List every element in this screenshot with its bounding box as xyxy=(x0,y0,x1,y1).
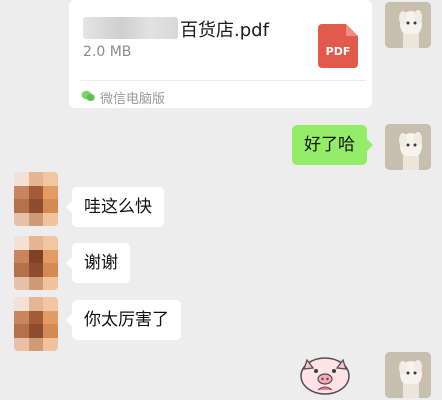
avatar-contact[interactable] xyxy=(14,297,58,351)
wechat-icon xyxy=(81,90,95,106)
avatar-contact[interactable] xyxy=(14,236,58,290)
file-message-card[interactable]: 百货店.pdf 2.0 MB PDF 微信电脑版 xyxy=(69,0,372,108)
file-size: 2.0 MB xyxy=(83,44,132,60)
file-name: 百货店.pdf xyxy=(83,16,269,42)
avatar-self[interactable] xyxy=(385,124,431,170)
source-label: 微信电脑版 xyxy=(100,92,166,107)
message-bubble-contact[interactable]: 谢谢 xyxy=(66,243,130,283)
message-bubble-self[interactable]: 好了哈 xyxy=(292,125,373,165)
avatar-self[interactable] xyxy=(385,2,431,48)
pdf-file-icon: PDF xyxy=(316,24,358,68)
message-bubble-contact[interactable]: 你太厉害了 xyxy=(66,300,181,340)
pdf-icon-label: PDF xyxy=(326,45,351,58)
pig-sticker[interactable] xyxy=(298,350,352,400)
avatar-contact[interactable] xyxy=(14,172,58,226)
source-row: 微信电脑版 xyxy=(81,88,165,107)
message-bubble-contact[interactable]: 哇这么快 xyxy=(66,187,164,227)
avatar-self[interactable] xyxy=(385,352,431,398)
filename-redacted xyxy=(83,17,178,39)
card-divider xyxy=(81,80,366,81)
